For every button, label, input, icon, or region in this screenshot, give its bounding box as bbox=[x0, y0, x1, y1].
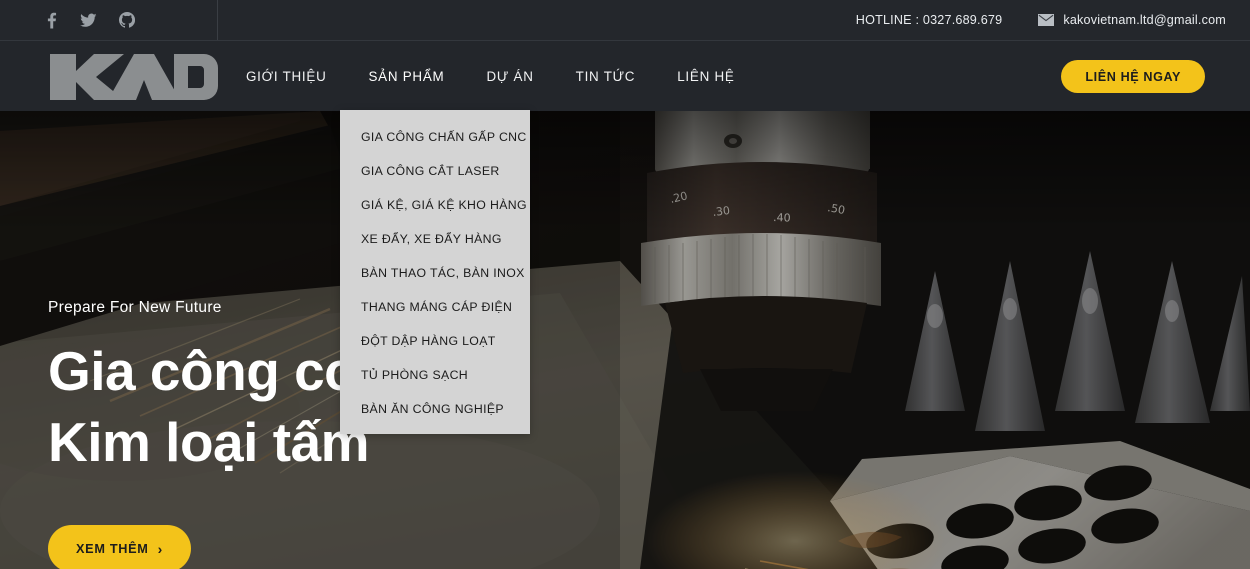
dropdown-item-dot-dap[interactable]: ĐỘT DẬP HÀNG LOẠT bbox=[340, 324, 530, 358]
hero-title-line-2: Kim loại tấm bbox=[48, 410, 370, 473]
email-link[interactable]: kakovietnam.ltd@gmail.com bbox=[1038, 13, 1226, 27]
hero-eyebrow: Prepare For New Future bbox=[48, 299, 222, 316]
site-header: GIỚI THIỆU SẢN PHẨM DỰ ÁN TIN TỨC LIÊN H… bbox=[0, 41, 1250, 111]
social-links bbox=[0, 0, 218, 40]
dropdown-item-gia-ke[interactable]: GIÁ KỆ, GIÁ KỆ KHO HÀNG bbox=[340, 188, 530, 222]
products-dropdown-menu: GIA CÔNG CHẤN GẤP CNC GIA CÔNG CẮT LASER… bbox=[340, 110, 530, 434]
topbar-contact: HOTLINE : 0327.689.679 kakovietnam.ltd@g… bbox=[856, 0, 1226, 40]
github-icon[interactable] bbox=[119, 12, 135, 28]
dropdown-item-chan-gap-cnc[interactable]: GIA CÔNG CHẤN GẤP CNC bbox=[340, 120, 530, 154]
nav-item-gioi-thieu[interactable]: GIỚI THIỆU bbox=[246, 41, 348, 111]
read-more-label: XEM THÊM bbox=[76, 541, 149, 556]
nav-item-lien-he[interactable]: LIÊN HỆ bbox=[656, 41, 755, 111]
email-text: kakovietnam.ltd@gmail.com bbox=[1063, 13, 1226, 27]
dropdown-item-tu-phong-sach[interactable]: TỦ PHÒNG SẠCH bbox=[340, 358, 530, 392]
dropdown-item-thang-mang-cap[interactable]: THANG MÁNG CÁP ĐIỆN bbox=[340, 290, 530, 324]
envelope-icon bbox=[1038, 14, 1055, 26]
dropdown-item-xe-day[interactable]: XE ĐẨY, XE ĐẨY HÀNG bbox=[340, 222, 530, 256]
dropdown-item-cat-laser[interactable]: GIA CÔNG CẮT LASER bbox=[340, 154, 530, 188]
nav-item-tin-tuc[interactable]: TIN TỨC bbox=[555, 41, 657, 111]
nav-item-du-an[interactable]: DỰ ÁN bbox=[465, 41, 554, 111]
dropdown-item-ban-thao-tac[interactable]: BÀN THAO TÁC, BÀN INOX bbox=[340, 256, 530, 290]
nav-item-san-pham[interactable]: SẢN PHẨM bbox=[348, 41, 466, 111]
main-nav: GIỚI THIỆU SẢN PHẨM DỰ ÁN TIN TỨC LIÊN H… bbox=[246, 41, 756, 111]
logo-kako[interactable] bbox=[48, 50, 218, 100]
page-root: HOTLINE : 0327.689.679 kakovietnam.ltd@g… bbox=[0, 0, 1250, 569]
contact-now-button[interactable]: LIÊN HỆ NGAY bbox=[1061, 60, 1205, 93]
dropdown-item-ban-an-cn[interactable]: BÀN ĂN CÔNG NGHIỆP bbox=[340, 392, 530, 426]
hero-banner: .20 .30 .40 .50 bbox=[0, 111, 1250, 569]
hotline-text: HOTLINE : 0327.689.679 bbox=[855, 13, 1003, 27]
read-more-button[interactable]: XEM THÊM › bbox=[48, 525, 191, 569]
top-utility-bar: HOTLINE : 0327.689.679 kakovietnam.ltd@g… bbox=[0, 0, 1250, 41]
facebook-icon[interactable] bbox=[44, 12, 58, 29]
chevron-right-icon: › bbox=[157, 540, 163, 557]
twitter-icon[interactable] bbox=[80, 13, 97, 28]
